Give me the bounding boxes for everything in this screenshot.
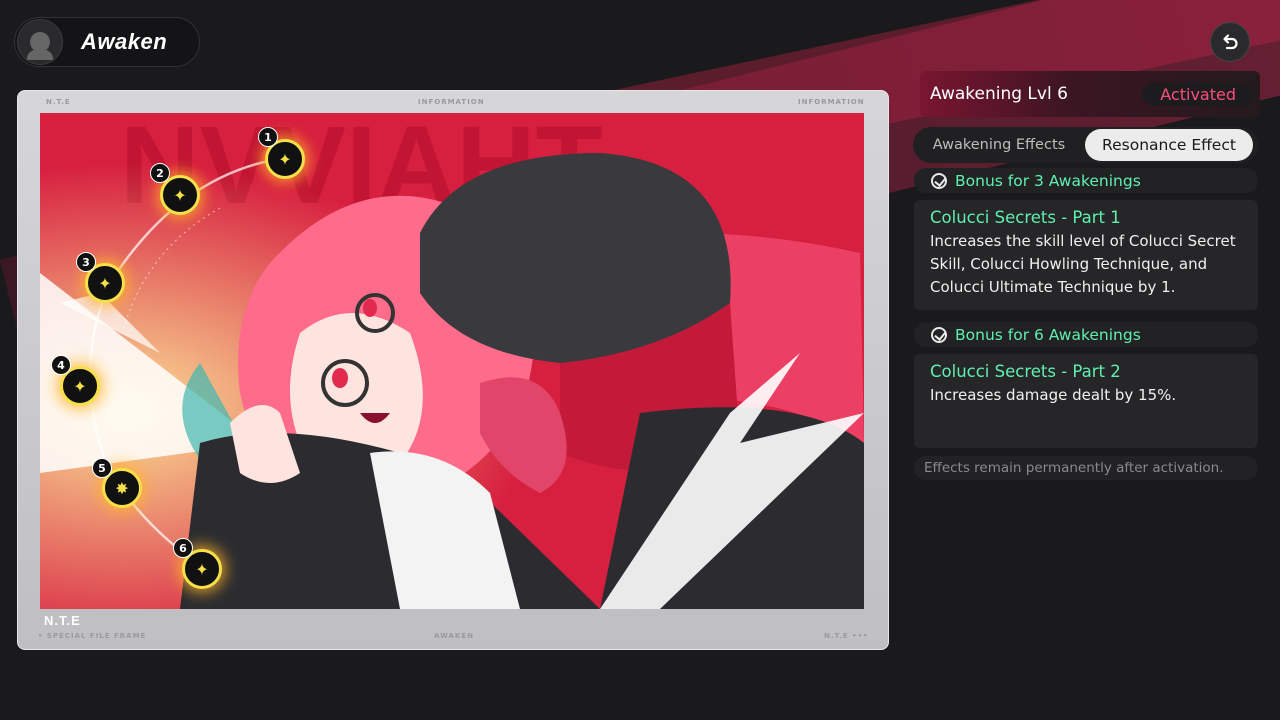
bonus-header-3: Bonus for 3 Awakenings (914, 168, 1258, 193)
node-number-6: 6 (173, 538, 193, 558)
awaken-icon: ✦ (98, 273, 112, 293)
character-artwork: NVVIAHT (40, 113, 864, 609)
awaken-icon: ✦ (73, 376, 87, 396)
node-number-5: 5 (92, 458, 112, 478)
frame-label-bottom-center: AWAKEN (434, 632, 474, 640)
avatar (17, 19, 63, 65)
bonus-header-6: Bonus for 6 Awakenings (914, 322, 1258, 347)
frame-label-bottom-right: N.T.E ••• (824, 632, 869, 640)
awakening-level-title: Awakening Lvl 6 (930, 84, 1068, 104)
effect-tabs: Awakening Effects Resonance Effect (913, 127, 1258, 163)
check-circle-icon (931, 172, 947, 189)
back-button[interactable] (1210, 22, 1250, 62)
status-badge: Activated (1142, 82, 1254, 106)
frame-label-top-center: INFORMATION (418, 98, 485, 106)
return-icon (1223, 34, 1238, 50)
awaken-icon: ✦ (195, 559, 209, 579)
page-title: Awaken (81, 29, 168, 54)
bonus-title: Colucci Secrets - Part 2 (930, 362, 1121, 381)
frame-label-top-right: INFORMATION (798, 98, 865, 106)
bonus-header-label: Bonus for 6 Awakenings (955, 325, 1141, 344)
character-frame: N.T.E INFORMATION INFORMATION N.T.E • SP… (17, 90, 889, 650)
awaken-icon: ✦ (173, 185, 187, 205)
awakening-level-bar: Awakening Lvl 6 Activated (920, 71, 1260, 117)
header-pill: Awaken (14, 17, 200, 67)
bonus-card-1: Colucci Secrets - Part 1 Increases the s… (914, 200, 1258, 310)
tab-awakening-effects[interactable]: Awakening Effects (913, 129, 1085, 161)
bonus-header-label: Bonus for 3 Awakenings (955, 171, 1141, 190)
frame-label-top-left: N.T.E (46, 98, 71, 106)
node-number-1: 1 (258, 127, 278, 147)
frame-label-bottom-sub: • SPECIAL FILE FRAME (38, 632, 147, 640)
footnote: Effects remain permanently after activat… (914, 456, 1258, 480)
check-circle-icon (931, 326, 947, 343)
bonus-description: Increases the skill level of Colucci Sec… (930, 232, 1236, 296)
frame-brand: N.T.E (44, 613, 81, 628)
awaken-icon: ✸ (115, 478, 129, 498)
bonus-card-2: Colucci Secrets - Part 2 Increases damag… (914, 354, 1258, 448)
awaken-icon: ✦ (278, 149, 292, 169)
tab-resonance-effect[interactable]: Resonance Effect (1085, 129, 1253, 161)
bonus-description: Increases damage dealt by 15%. (930, 386, 1177, 404)
node-number-3: 3 (76, 252, 96, 272)
node-number-4: 4 (51, 355, 71, 375)
bonus-title: Colucci Secrets - Part 1 (930, 208, 1121, 227)
node-number-2: 2 (150, 163, 170, 183)
